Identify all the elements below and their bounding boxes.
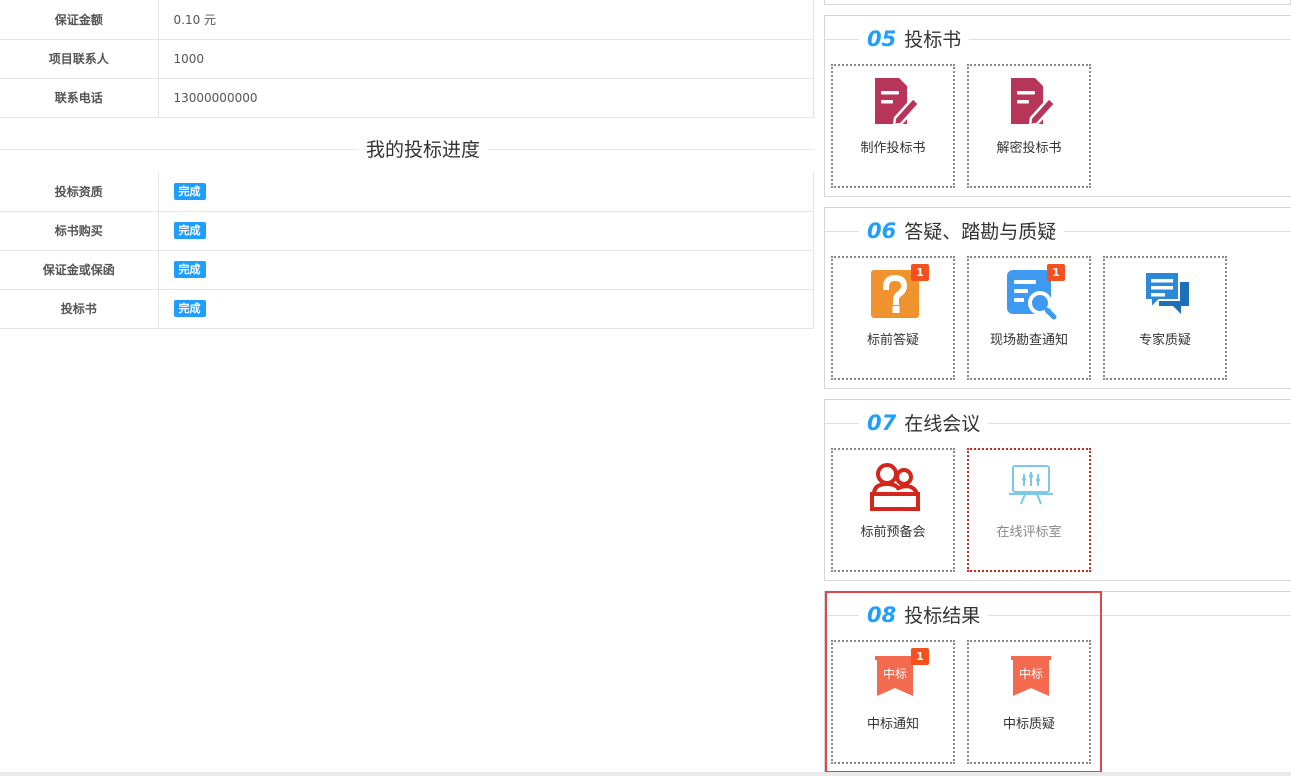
meeting-people-icon [870, 463, 920, 511]
award-notice-card[interactable]: 中标 1 中标通知 [831, 640, 955, 764]
progress-section-title: 我的投标进度 [0, 136, 814, 164]
make-bid-card[interactable]: 制作投标书 [831, 64, 955, 188]
status-badge: 完成 [173, 182, 206, 200]
card-label: 解密投标书 [996, 141, 1062, 156]
card-label: 中标通知 [866, 717, 919, 732]
deposit-amount-value: 0.10 元 [157, 0, 814, 40]
contact-phone-value: 13000000000 [157, 77, 814, 118]
table-row: 项目联系人 1000 [0, 38, 814, 79]
card-label: 中标质疑 [1002, 717, 1055, 732]
notification-count-badge: 1 [1047, 264, 1065, 281]
section-bid-document: 05 投标书 制作投标书 解密投标书 [824, 15, 1291, 197]
section-title: 投标书 [904, 29, 962, 51]
online-evaluation-room-card[interactable]: 在线评标室 [967, 448, 1091, 572]
notification-count-badge: 1 [911, 264, 929, 281]
contact-person-label: 项目联系人 [0, 38, 159, 79]
card-label: 现场勘查通知 [989, 333, 1068, 348]
table-row: 保证金额 0.10 元 [0, 0, 814, 40]
site-inspection-card[interactable]: 1 现场勘查通知 [967, 256, 1091, 380]
bid-progress-table: 投标资质 完成 标书购买 完成 保证金或保函 完成 投标书 完成 [0, 172, 814, 329]
progress-title-text: 我的投标进度 [358, 136, 489, 164]
card-label: 标前答疑 [866, 333, 919, 348]
pre-bid-qa-card[interactable]: 1 标前答疑 [831, 256, 955, 380]
table-row: 保证金或保函 完成 [0, 249, 814, 290]
ribbon-text: 中标 [1019, 666, 1043, 681]
contact-person-value: 1000 [157, 38, 814, 79]
section-number: 06 [867, 219, 897, 243]
section-title: 投标结果 [904, 605, 981, 627]
previous-section-edge [824, 0, 1291, 5]
progress-label-bid-document: 投标书 [0, 288, 159, 329]
card-label: 标前预备会 [860, 525, 926, 540]
section-qa-inspection: 06 答疑、踏勘与质疑 1 标前答疑 1 现场勘查通知 专家质疑 [824, 207, 1291, 389]
section-header: 06 答疑、踏勘与质疑 [825, 216, 1291, 248]
decrypt-bid-card[interactable]: 解密投标书 [967, 64, 1091, 188]
card-label: 专家质疑 [1138, 333, 1191, 348]
progress-label-qualification: 投标资质 [0, 172, 159, 212]
section-number: 08 [867, 603, 897, 627]
ribbon-text: 中标 [883, 666, 907, 681]
section-title: 答疑、踏勘与质疑 [904, 221, 1057, 243]
deposit-amount-label: 保证金额 [0, 0, 159, 40]
left-panel: 保证金额 0.10 元 项目联系人 1000 联系电话 13000000000 … [0, 0, 814, 329]
pre-bid-meeting-card[interactable]: 标前预备会 [831, 448, 955, 572]
bid-info-table: 保证金额 0.10 元 项目联系人 1000 联系电话 13000000000 [0, 0, 814, 118]
edit-document-icon [875, 78, 921, 127]
section-title: 在线会议 [904, 413, 981, 435]
section-header: 05 投标书 [825, 24, 1291, 56]
section-online-meeting: 07 在线会议 标前预备会 在线评标室 [824, 399, 1291, 581]
status-badge: 完成 [173, 261, 206, 278]
bidding-page: 保证金额 0.10 元 项目联系人 1000 联系电话 13000000000 … [0, 0, 1291, 776]
section-number: 05 [867, 27, 897, 51]
section-bid-result: 08 投标结果 中标 1 中标通知 中标 中标质疑 [824, 591, 1291, 773]
bottom-bar [0, 772, 1291, 776]
section-number: 07 [867, 411, 897, 435]
card-label: 在线评标室 [996, 525, 1062, 540]
table-row: 投标书 完成 [0, 288, 814, 329]
status-badge: 完成 [173, 300, 206, 317]
award-challenge-card[interactable]: 中标 中标质疑 [967, 640, 1091, 764]
expert-challenge-card[interactable]: 专家质疑 [1103, 256, 1227, 380]
table-row: 投标资质 完成 [0, 172, 814, 212]
notification-count-badge: 1 [911, 648, 929, 665]
section-header: 07 在线会议 [825, 408, 1291, 440]
table-row: 标书购买 完成 [0, 210, 814, 251]
progress-label-purchase: 标书购买 [0, 210, 159, 251]
card-label: 制作投标书 [860, 141, 926, 156]
edit-document-icon [1011, 78, 1057, 127]
chat-bubbles-icon [1144, 271, 1189, 314]
table-row: 联系电话 13000000000 [0, 77, 814, 118]
contact-phone-label: 联系电话 [0, 77, 159, 118]
progress-label-deposit: 保证金或保函 [0, 249, 159, 290]
section-header: 08 投标结果 [825, 600, 1291, 632]
win-bid-ribbon-icon: 中标 [1011, 656, 1051, 696]
presentation-board-icon [1009, 465, 1053, 505]
status-badge: 完成 [173, 222, 206, 239]
